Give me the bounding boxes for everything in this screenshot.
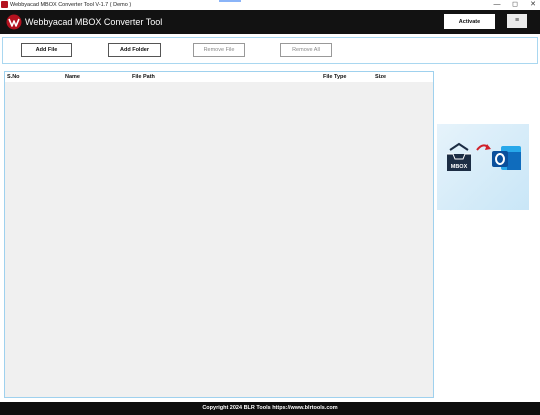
remove-file-button[interactable]: Remove File	[193, 43, 245, 57]
column-header-name[interactable]: Name	[65, 72, 80, 82]
add-folder-button[interactable]: Add Folder	[108, 43, 161, 57]
column-header-file-path[interactable]: File Path	[132, 72, 155, 82]
window-title: Webbyacad MBOX Converter Tool V-1.7 ( De…	[10, 2, 132, 8]
app-icon	[1, 1, 8, 8]
activate-button[interactable]: Activate	[444, 14, 495, 29]
maximize-icon[interactable]: ◻	[508, 0, 522, 10]
app-title: Webbyacad MBOX Converter Tool	[25, 17, 163, 27]
table-header: S.No Name File Path File Type Size	[5, 72, 433, 82]
minimize-icon[interactable]: —	[490, 0, 504, 10]
conversion-illustration: MBOX	[437, 124, 529, 210]
remove-all-button[interactable]: Remove All	[280, 43, 332, 57]
outlook-icon	[492, 146, 521, 170]
titlebar-accent	[219, 0, 241, 2]
footer-copyright[interactable]: Copyright 2024 BLR Tools https://www.blr…	[0, 402, 540, 415]
close-icon[interactable]: ✕	[526, 0, 540, 10]
app-header: Webbyacad MBOX Converter Tool Activate ≡	[0, 10, 540, 34]
column-header-size[interactable]: Size	[375, 72, 386, 82]
add-file-button[interactable]: Add File	[21, 43, 72, 57]
column-header-sno[interactable]: S.No	[7, 72, 20, 82]
webbyacad-logo-icon	[6, 14, 22, 30]
mbox-label: MBOX	[451, 164, 468, 170]
menu-button[interactable]: ≡	[507, 14, 527, 28]
column-header-file-type[interactable]: File Type	[323, 72, 346, 82]
convert-arrow-icon	[476, 144, 491, 151]
conversion-graphic: MBOX	[447, 142, 521, 171]
os-titlebar: Webbyacad MBOX Converter Tool V-1.7 ( De…	[0, 0, 540, 10]
toolbar: Add File Add Folder Remove File Remove A…	[2, 37, 538, 64]
footer: Copyright 2024 BLR Tools https://www.blr…	[0, 402, 540, 415]
file-table[interactable]: S.No Name File Path File Type Size	[4, 71, 434, 398]
mbox-inbox-icon: MBOX	[447, 142, 471, 171]
